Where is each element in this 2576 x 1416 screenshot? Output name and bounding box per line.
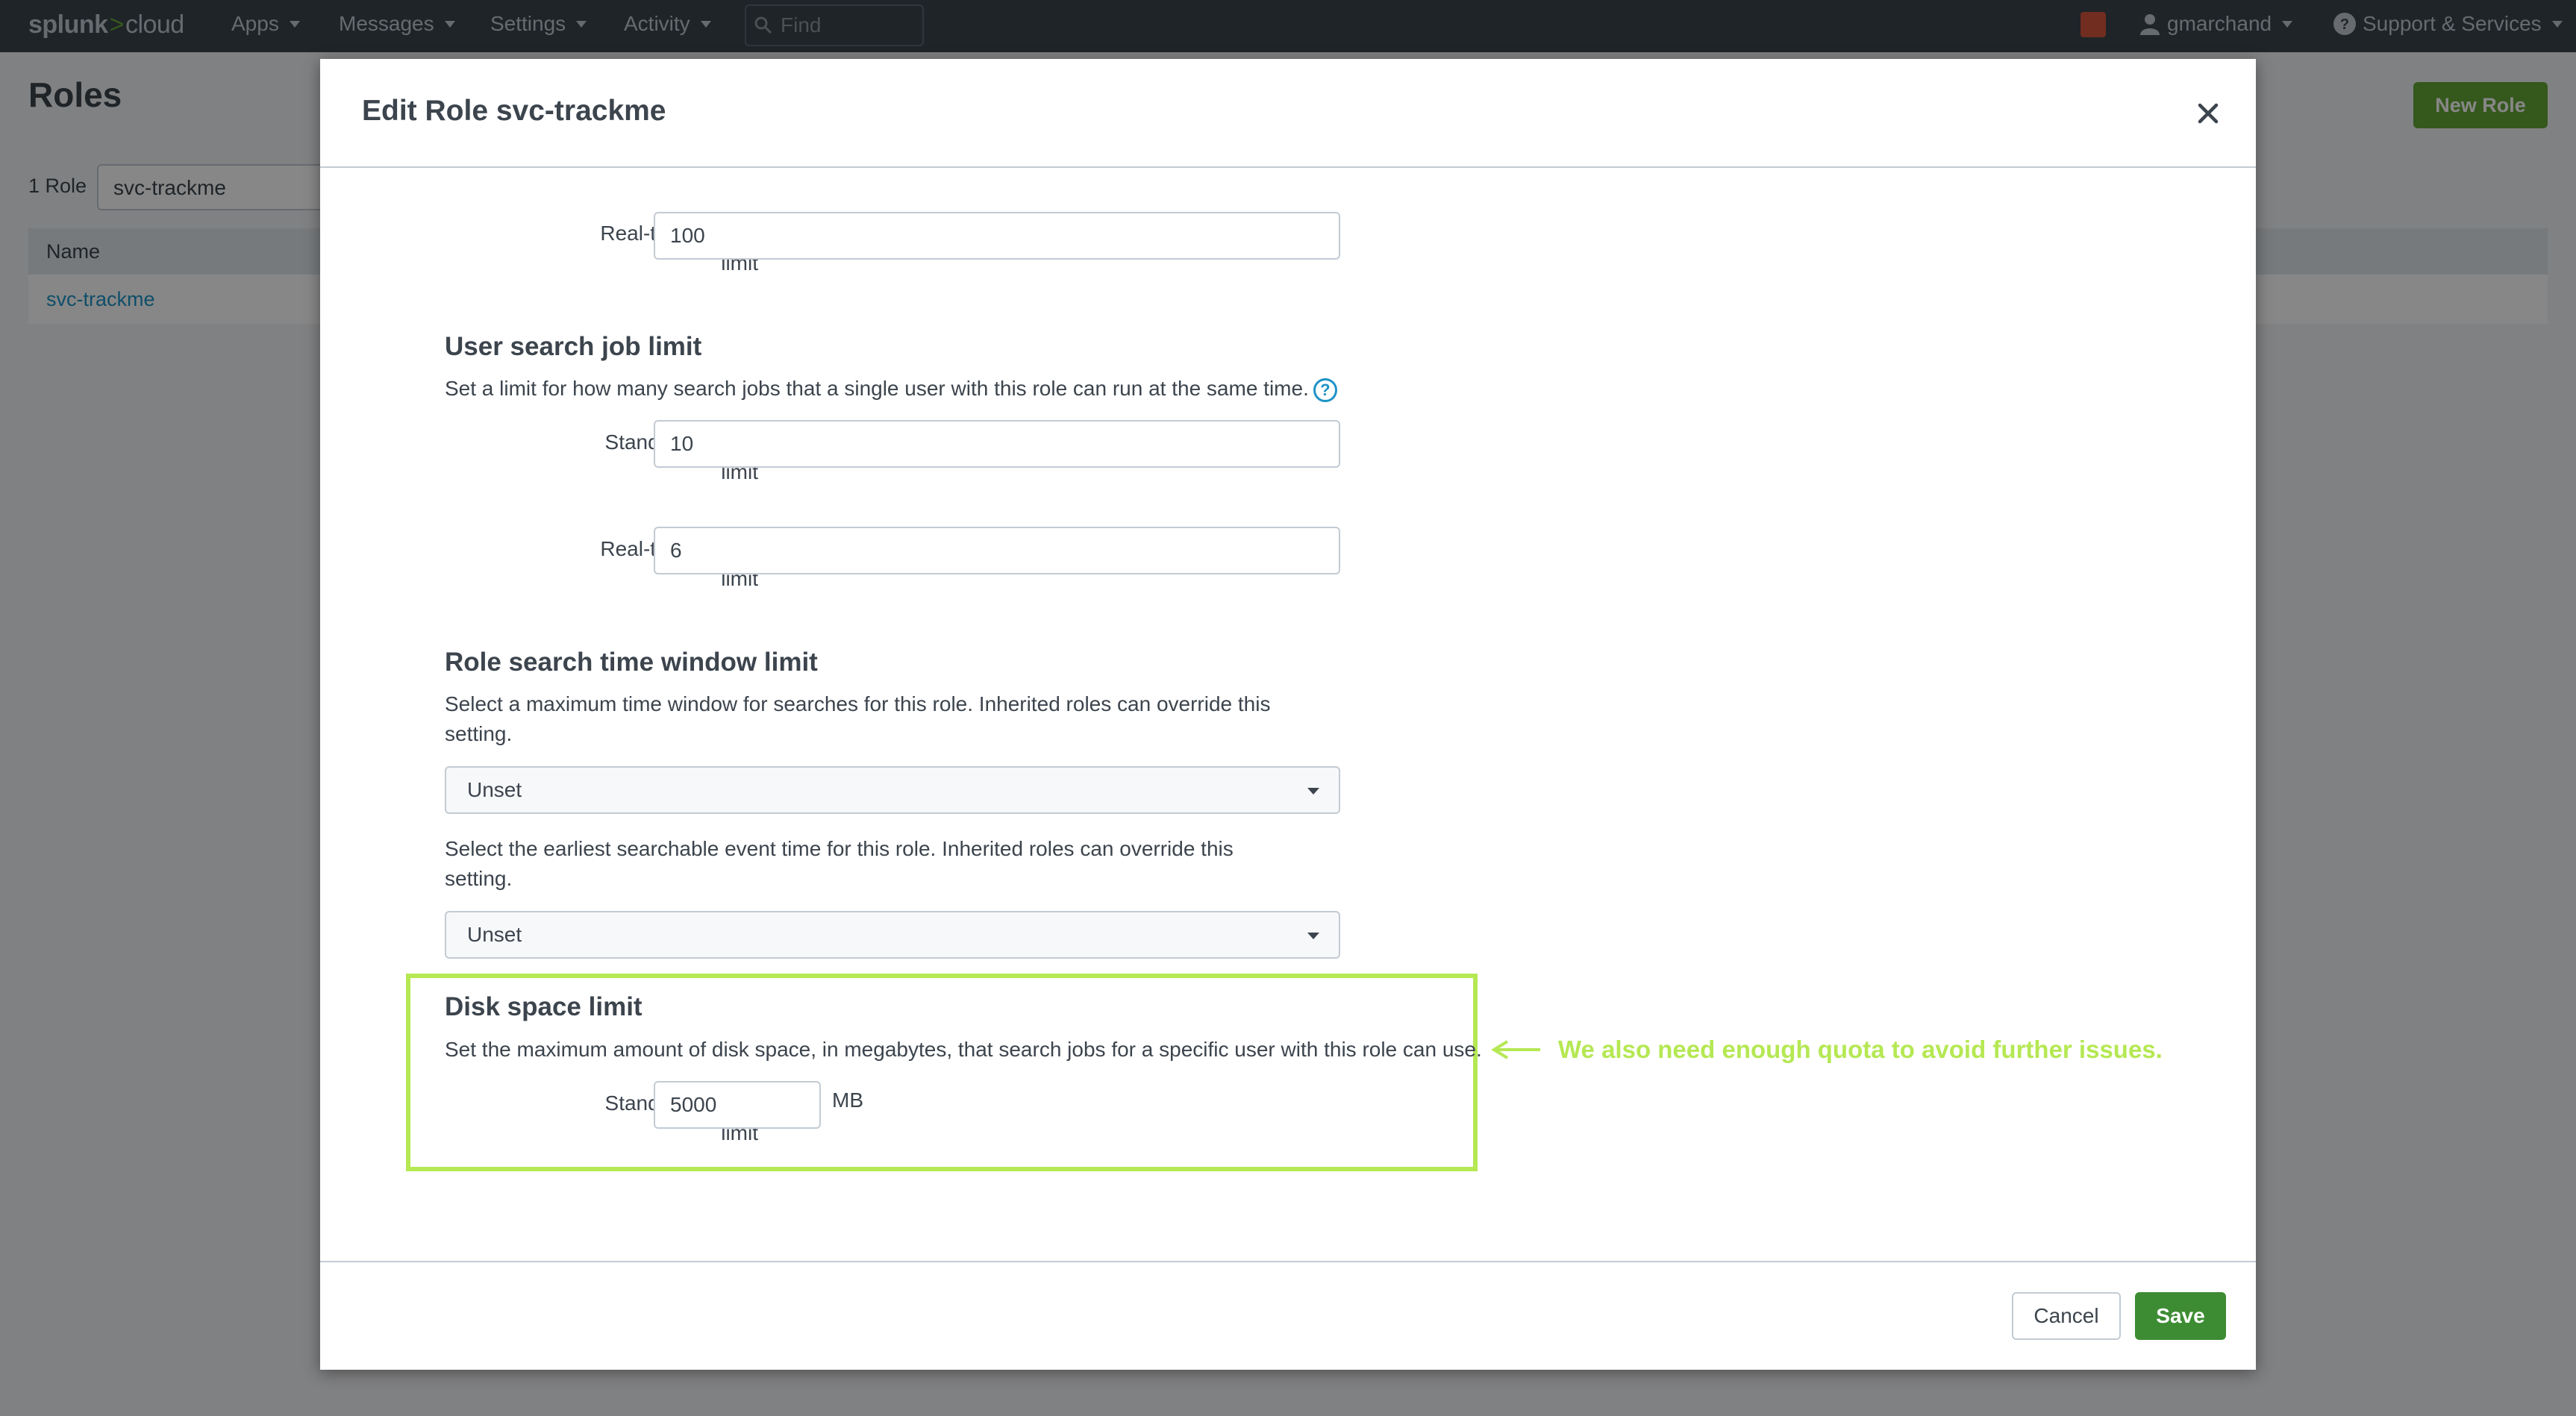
disk-standard-search-limit-input[interactable] (654, 1081, 821, 1129)
earliest-time-select[interactable]: Unset (445, 911, 1340, 959)
dialog-footer: Cancel Save (320, 1261, 2256, 1370)
annotation-text: We also need enough quota to avoid furth… (1558, 1036, 2163, 1063)
caret-down-icon (1307, 788, 1319, 795)
edit-role-dialog: Edit Role svc-trackme Real-time search l… (320, 59, 2256, 1370)
standard-search-limit-input[interactable] (654, 420, 1340, 468)
earliest-time-select-value: Unset (467, 923, 522, 946)
disk-space-limit-description: Set the maximum amount of disk space, in… (445, 1038, 1482, 1061)
user-job-description-text: Set a limit for how many search jobs tha… (445, 377, 1309, 400)
annotation: We also need enough quota to avoid furth… (1489, 1036, 2163, 1064)
earliest-time-description: Select the earliest searchable event tim… (445, 837, 1234, 890)
user-search-job-limit-description: Set a limit for how many search jobs tha… (445, 374, 1337, 404)
time-window-select-value: Unset (467, 778, 522, 801)
disk-unit-label: MB (832, 1088, 863, 1112)
role-search-time-window-heading: Role search time window limit (445, 648, 818, 677)
close-icon[interactable] (2189, 95, 2227, 132)
realtime-search-limit-input[interactable] (654, 527, 1340, 574)
realtime-search-limit-input-top[interactable] (654, 212, 1340, 260)
cancel-button[interactable]: Cancel (2012, 1292, 2121, 1340)
arrow-left-icon (1491, 1040, 1540, 1059)
help-icon[interactable]: ? (1313, 378, 1337, 402)
dialog-title: Edit Role svc-trackme (362, 95, 666, 127)
disk-space-limit-heading: Disk space limit (445, 992, 643, 1021)
caret-down-icon (1307, 933, 1319, 939)
dialog-header: Edit Role svc-trackme (320, 59, 2256, 168)
time-window-description: Select a maximum time window for searche… (445, 692, 1271, 745)
save-button[interactable]: Save (2135, 1292, 2226, 1340)
time-window-select[interactable]: Unset (445, 766, 1340, 814)
user-search-job-limit-heading: User search job limit (445, 332, 702, 361)
